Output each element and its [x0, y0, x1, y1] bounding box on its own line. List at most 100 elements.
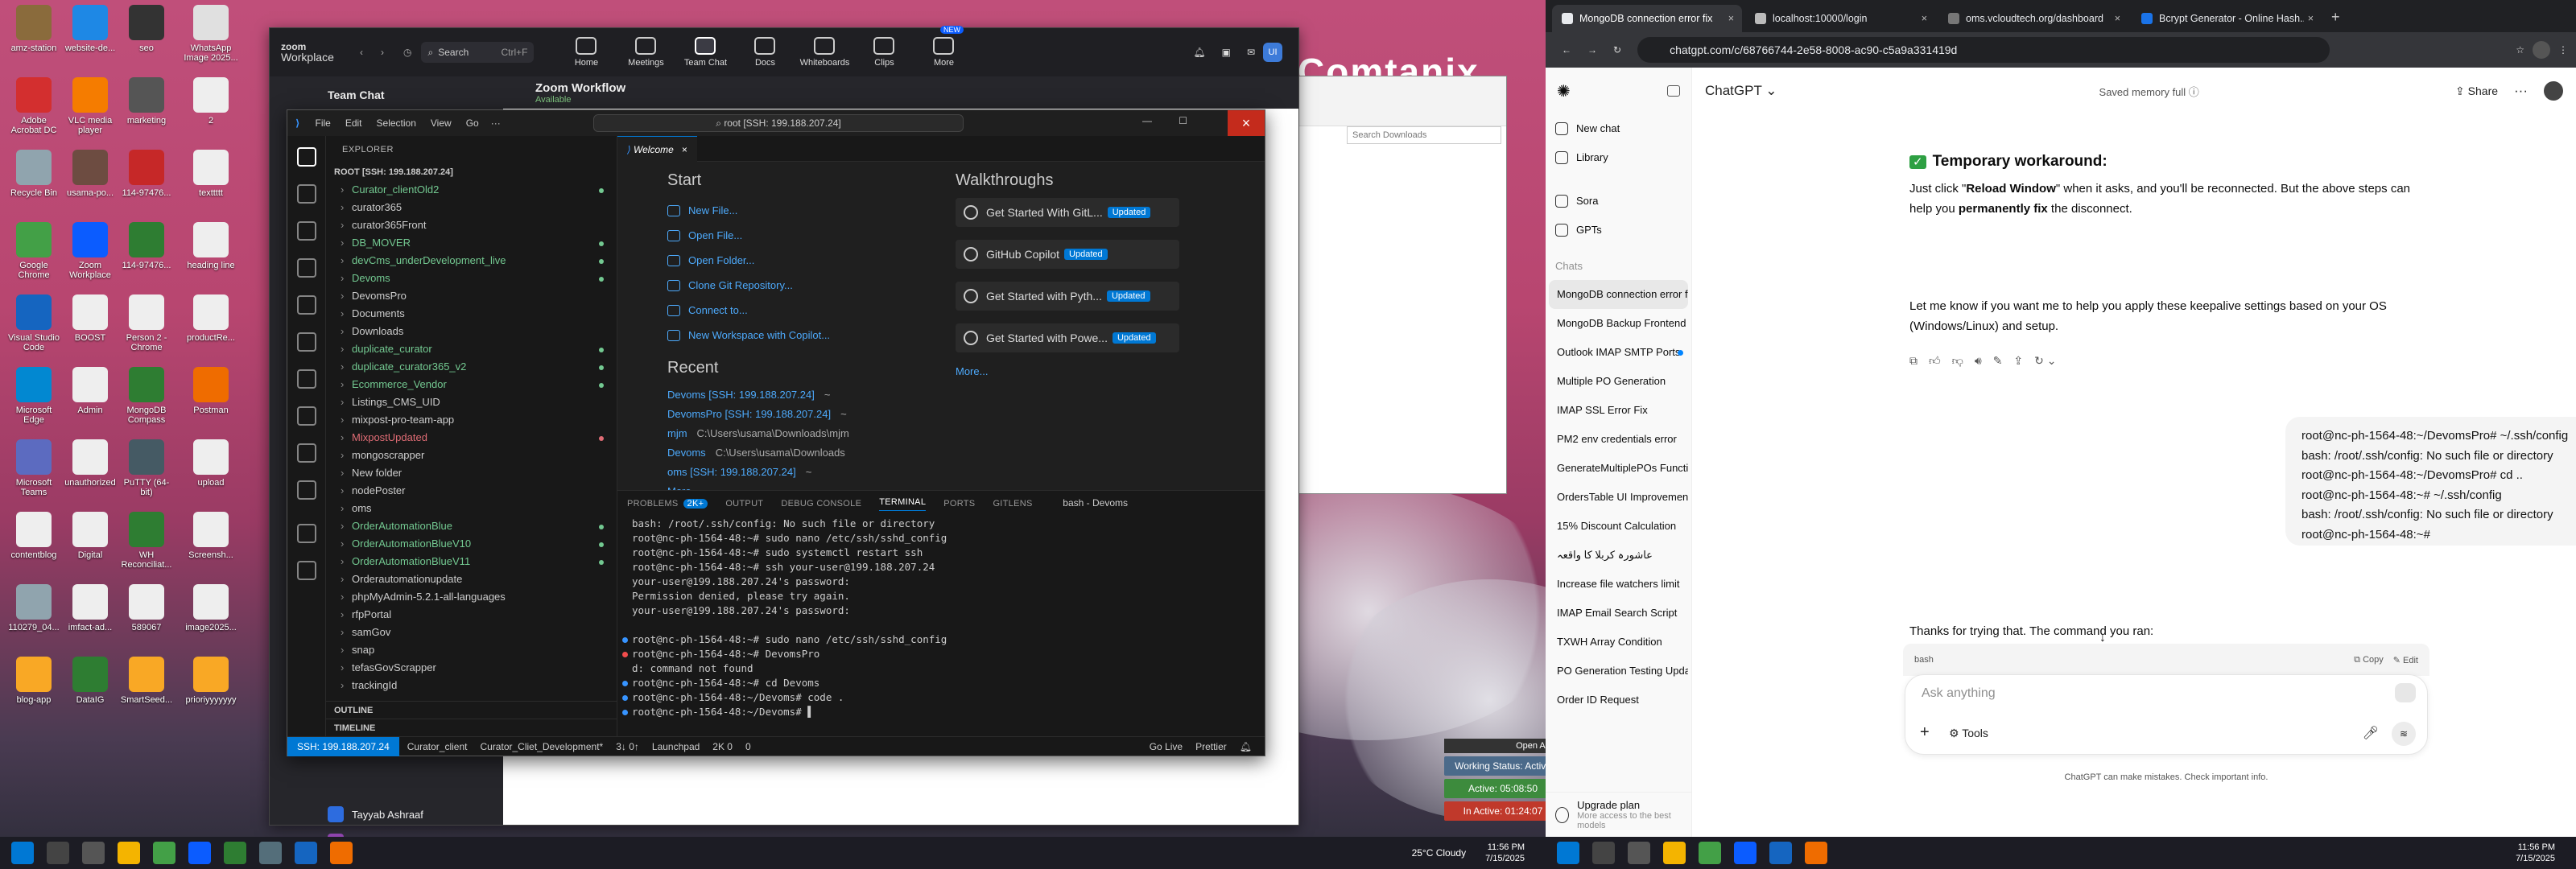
tree-folder[interactable]: › MixpostUpdated [326, 429, 617, 447]
desktop-icon[interactable]: productRe... [184, 294, 238, 343]
tree-folder[interactable]: › Orderautomationupdate [326, 570, 617, 588]
desktop-icon[interactable]: Screensh... [184, 512, 238, 560]
start-icon[interactable] [1557, 842, 1579, 864]
desktop-icon[interactable]: Admin [63, 367, 118, 415]
task-view-icon[interactable] [1628, 842, 1650, 864]
menu-edit[interactable]: Edit [345, 117, 362, 129]
desktop-icon[interactable]: Recycle Bin [6, 150, 61, 198]
desktop-icon[interactable]: WhatsApp Image 2025... [184, 5, 238, 63]
prettier-indicator[interactable]: Prettier [1195, 741, 1227, 752]
sidebar-item-sora[interactable]: Sora [1546, 187, 1691, 216]
chat-history-item[interactable]: Multiple PO Generation [1549, 367, 1688, 396]
sidebar-toggle-icon[interactable] [1667, 85, 1680, 97]
source-control-icon[interactable] [296, 221, 316, 241]
start-link[interactable]: Open Folder... [667, 248, 941, 273]
tree-folder[interactable]: › rfpPortal [326, 606, 617, 624]
chat-history-item[interactable]: Increase file watchers limit [1549, 570, 1688, 599]
tree-folder[interactable]: › devCms_underDevelopment_live [326, 252, 617, 270]
tab-debug-console[interactable]: DEBUG CONSOLE [781, 499, 861, 509]
ports-indicator[interactable]: 0 [745, 741, 751, 752]
thumbs-up-icon[interactable]: 👍︎ [1929, 351, 1941, 371]
recent-item[interactable]: Devoms [SSH: 199.188.207.24] ~ [667, 385, 941, 405]
walkthrough-item[interactable]: Get Started with Powe... Updated [956, 323, 1179, 352]
mail-icon[interactable]: ✉ [1247, 47, 1255, 58]
menu-file[interactable]: File [315, 117, 330, 129]
desktop-icon[interactable]: Microsoft Edge [6, 367, 61, 425]
chat-history-item[interactable]: MongoDB Backup Frontend Int... [1549, 309, 1688, 338]
weather-widget[interactable]: 25°C Cloudy [1412, 847, 1467, 859]
zoom-nav-clips[interactable]: Clips [854, 37, 914, 68]
tree-folder[interactable]: › DB_MOVER [326, 234, 617, 252]
start-link[interactable]: Connect to... [667, 298, 941, 323]
desktop-icon[interactable]: MongoDB Compass [119, 367, 174, 425]
tree-folder[interactable]: › curator365 [326, 199, 617, 216]
file-explorer-icon[interactable] [118, 842, 140, 864]
gear-icon[interactable] [296, 561, 316, 580]
tree-folder[interactable]: › samGov [326, 624, 617, 641]
regenerate-icon[interactable]: ↻ ⌄ [2034, 351, 2056, 371]
desktop-icon[interactable]: VLC media player [63, 77, 118, 135]
search-icon[interactable] [47, 842, 69, 864]
calendar-icon[interactable]: ▣ [1222, 47, 1231, 58]
vscode-icon[interactable] [295, 842, 317, 864]
profile-avatar[interactable] [2533, 41, 2550, 59]
problems-indicator[interactable]: 2K 0 [712, 741, 733, 752]
sync-indicator[interactable]: 3↓ 0↑ [616, 741, 639, 752]
explorer-root[interactable]: ROOT [SSH: 199.188.207.24] [326, 163, 617, 181]
tree-folder[interactable]: › Curator_clientOld2 [326, 181, 617, 199]
desktop-icon[interactable]: 589067 [119, 584, 174, 632]
zoom-icon[interactable] [1734, 842, 1757, 864]
close-icon[interactable]: × [1228, 110, 1265, 136]
search-icon[interactable] [296, 184, 316, 204]
voice-mode-icon[interactable]: ≋ [2392, 722, 2416, 746]
app-icon[interactable] [259, 842, 282, 864]
docker-icon[interactable] [296, 443, 316, 463]
tree-folder[interactable]: › nodePoster [326, 482, 617, 500]
chat-history-item[interactable]: MongoDB connection error fix [1549, 280, 1688, 309]
chrome-tab[interactable]: Bcrypt Generator - Online Hash... × [2132, 5, 2322, 32]
walkthrough-item[interactable]: Get Started with Pyth... Updated [956, 282, 1179, 311]
edit-icon[interactable]: ✎ [1993, 351, 2003, 371]
desktop-icon[interactable]: website-de... [63, 5, 118, 53]
branch-indicator[interactable]: Curator_client [407, 741, 468, 752]
tree-folder[interactable]: › duplicate_curator365_v2 [326, 358, 617, 376]
branch2-indicator[interactable]: Curator_Cliet_Development* [480, 741, 603, 752]
thumbs-down-icon[interactable]: 👎︎ [1952, 351, 1963, 371]
tree-folder[interactable]: › trackingId [326, 677, 617, 694]
more-menu-icon[interactable]: ··· [491, 117, 501, 129]
desktop-icon[interactable]: usama-po... [63, 150, 118, 198]
desktop-icon[interactable]: 114-97476... [119, 222, 174, 270]
chat-history-item[interactable]: PO Generation Testing Update [1549, 657, 1688, 686]
search-icon[interactable] [1592, 842, 1615, 864]
chat-history-item[interactable]: عاشورہ کربلا کا واقعہ [1549, 541, 1688, 570]
upgrade-plan-button[interactable]: Upgrade plan More access to the best mod… [1546, 792, 1691, 837]
desktop-icon[interactable]: Zoom Workplace [63, 222, 118, 280]
go-live-button[interactable]: Go Live [1150, 741, 1183, 752]
terminal-name[interactable]: bash - Devoms [1063, 497, 1128, 509]
tree-folder[interactable]: › OrderAutomationBlue [326, 517, 617, 535]
account-icon[interactable] [296, 524, 316, 543]
outline-section[interactable]: OUTLINE [326, 701, 617, 719]
walkthroughs-more-link[interactable]: More... [956, 365, 1197, 377]
avatar[interactable]: UI [1263, 43, 1282, 62]
new-tab-icon[interactable]: + [2331, 9, 2340, 26]
vscode-icon[interactable] [1769, 842, 1792, 864]
mongodb-icon[interactable] [224, 842, 246, 864]
chrome-tab[interactable]: oms.vcloudtech.org/dashboard × [1938, 5, 2128, 32]
chat-history-item[interactable]: IMAP SSL Error Fix [1549, 396, 1688, 425]
chat-history-item[interactable]: TXWH Array Condition [1549, 628, 1688, 657]
tree-folder[interactable]: › snap [326, 641, 617, 659]
tab-gitlens[interactable]: GITLENS [993, 499, 1032, 509]
kebab-menu-icon[interactable]: ⋮ [2558, 44, 2568, 56]
copy-code-button[interactable]: ⧉ Copy [2354, 655, 2384, 665]
copy-icon[interactable]: ⧉ [1909, 351, 1918, 371]
postman-icon[interactable] [1805, 842, 1827, 864]
chat-history-item[interactable]: PM2 env credentials error [1549, 425, 1688, 454]
timeline-section[interactable]: TIMELINE [326, 719, 617, 736]
microphone-icon[interactable]: 🎤︎ [2363, 725, 2379, 741]
desktop-icon[interactable]: Postman [184, 367, 238, 415]
sidebar-item-gpts[interactable]: GPTs [1546, 216, 1691, 245]
downloads-window[interactable]: Search Downloads [1298, 76, 1507, 494]
desktop-icon[interactable]: WH Reconciliat... [119, 512, 174, 570]
close-icon[interactable]: × [1728, 13, 1734, 24]
